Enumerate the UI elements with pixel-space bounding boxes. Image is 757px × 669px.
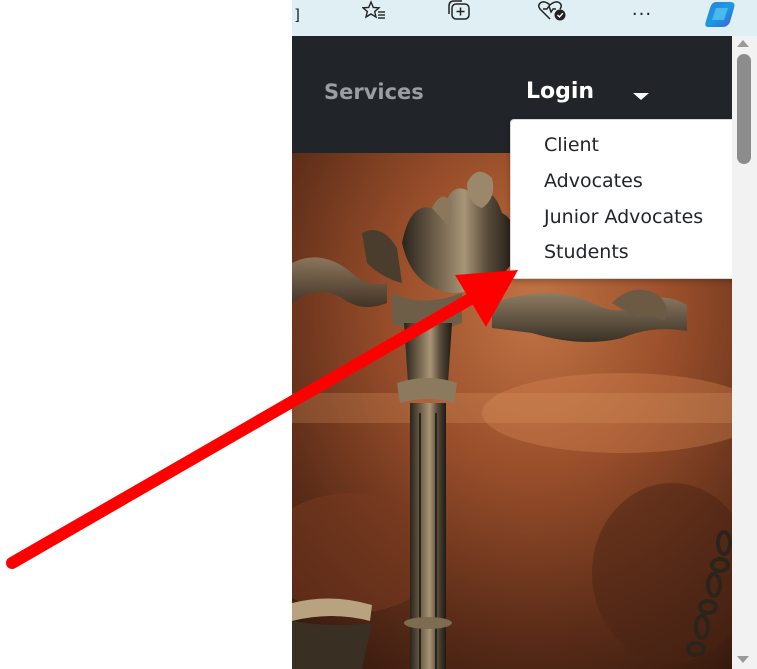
dropdown-item-junior-advocates[interactable]: Junior Advocates	[544, 206, 703, 228]
dropdown-item-students[interactable]: Students	[544, 241, 629, 263]
dropdown-clip: Client Advocates Junior Advocates Studen…	[511, 120, 733, 278]
more-icon[interactable]: ···	[625, 0, 659, 30]
login-dropdown-menu: Client Advocates Junior Advocates Studen…	[510, 119, 752, 279]
nav-login-dropdown-toggle[interactable]: Login	[526, 79, 594, 104]
scroll-down-arrow-icon[interactable]	[737, 656, 749, 663]
scroll-up-arrow-icon[interactable]	[737, 40, 749, 47]
nav-link-services[interactable]: Services	[324, 80, 424, 104]
favorites-icon[interactable]	[359, 0, 389, 30]
caret-down-icon	[633, 93, 649, 100]
browser-essentials-icon[interactable]	[534, 0, 570, 30]
browser-toolbar: ] ···	[292, 0, 757, 36]
split-screen-icon[interactable]: ]	[292, 0, 302, 30]
dropdown-item-client[interactable]: Client	[544, 134, 599, 156]
copilot-icon[interactable]	[702, 0, 742, 30]
vertical-scrollbar[interactable]	[732, 36, 757, 669]
collections-icon[interactable]	[445, 0, 475, 30]
scrollbar-thumb[interactable]	[737, 54, 751, 164]
dropdown-item-advocates[interactable]: Advocates	[544, 170, 643, 192]
